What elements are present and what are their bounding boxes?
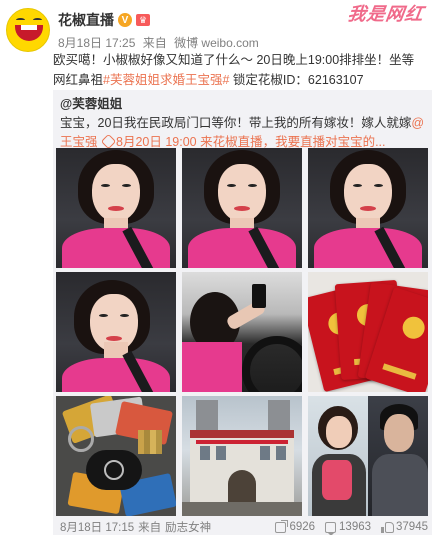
verified-icon: V [118, 13, 132, 27]
comment-button[interactable]: 13963 [325, 521, 372, 535]
member-crown-icon[interactable]: ♛ [136, 14, 150, 26]
post-meta: 8月18日 17:25 来自 微博 weibo.com [58, 34, 263, 51]
source-prefix: 来自 [142, 36, 167, 50]
repost-card: @芙蓉姐姐 宝宝，20日我在民政局门口等你！带上我的所有嫁妆！嫁人就嫁@王宝强 … [53, 90, 432, 535]
post-source[interactable]: 微博 weibo.com [174, 36, 259, 50]
repost-body: 宝宝，20日我在民政局门口等你！带上我的所有嫁妆！嫁人就嫁 [60, 116, 412, 130]
share-count: 6926 [289, 521, 316, 533]
photo-cards-and-key[interactable] [56, 396, 176, 516]
repost-author-link[interactable]: @芙蓉姐姐 [60, 97, 122, 111]
avatar[interactable] [6, 8, 50, 52]
repost-source-prefix: 来自 [138, 522, 162, 534]
comment-count: 13963 [339, 521, 372, 533]
post-text-line2a: 鼻祖 [78, 73, 104, 87]
share-button[interactable]: 6926 [275, 519, 316, 533]
photo-selfie-4[interactable] [56, 272, 176, 392]
photo-grid [56, 148, 428, 516]
link-icon [100, 133, 117, 150]
repost-source[interactable]: 励志女神 [165, 519, 211, 535]
post-time[interactable]: 8月18日 17:25 [58, 36, 135, 50]
event-link[interactable]: 8月20日 19:00 来花椒直播，我要直播对宝宝的... [116, 135, 386, 149]
photo-driving[interactable] [182, 272, 302, 392]
hashtag-link[interactable]: #芙蓉姐姐求婚王宝强# [103, 73, 229, 87]
photo-civil-affairs-building[interactable] [182, 396, 302, 516]
photo-two-portraits[interactable] [308, 396, 428, 516]
like-icon [381, 521, 395, 533]
repost-stats: 6926 13963 37945 [275, 519, 428, 535]
photo-selfie-2[interactable] [182, 148, 302, 268]
like-button[interactable]: 37945 [381, 521, 428, 533]
photo-marriage-certificates[interactable] [308, 272, 428, 392]
like-count: 37945 [396, 521, 428, 533]
repost-time[interactable]: 8月18日 17:15 [60, 519, 134, 535]
photo-selfie-3[interactable] [308, 148, 428, 268]
author-row: 花椒直播 V ♛ [58, 10, 150, 30]
post-text-line2b: 锁定花椒ID：62163107 [229, 73, 364, 87]
repost-text: @芙蓉姐姐 宝宝，20日我在民政局门口等你！带上我的所有嫁妆！嫁人就嫁@王宝强 … [60, 95, 426, 152]
repost-footer: 8月18日 17:15 来自 励志女神 6926 13963 37945 [60, 519, 428, 535]
photo-selfie-1[interactable] [56, 148, 176, 268]
author-name[interactable]: 花椒直播 [58, 10, 114, 30]
comment-icon [325, 521, 337, 535]
post-text: 欧买噶！小椒椒好像又知道了什么～ 20日晚上19:00排排坐！坐等网红鼻祖#芙蓉… [53, 50, 425, 90]
share-icon [275, 519, 289, 533]
